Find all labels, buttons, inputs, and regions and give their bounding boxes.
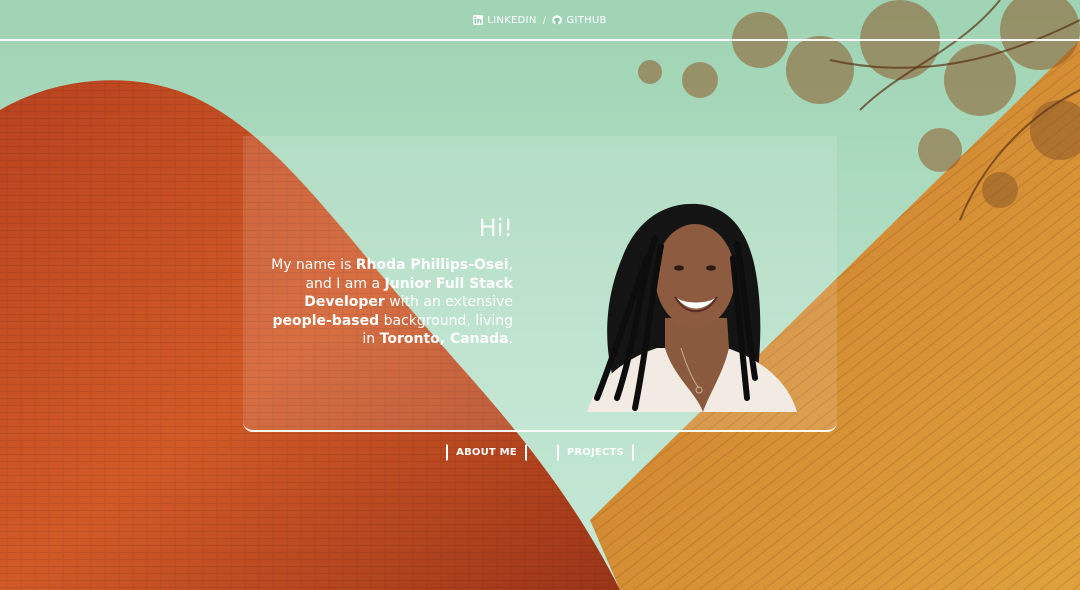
github-label: GITHUB (566, 14, 607, 26)
projects-button[interactable]: PROJECTS (556, 444, 634, 461)
hero-actions: ABOUT ME PROJECTS (0, 444, 1080, 461)
hero-card: Hi! My name is Rhoda Phillips-Osei, and … (243, 136, 837, 432)
linkedin-label: LINKEDIN (487, 14, 537, 26)
linkedin-icon (473, 15, 484, 25)
top-nav: LINKEDIN / GITHUB (0, 0, 1080, 40)
intro-text: . (508, 331, 513, 347)
github-link[interactable]: GITHUB (552, 15, 606, 26)
nav-separator: / (542, 14, 547, 26)
intro-text: My name is (271, 257, 356, 273)
profile-portrait (587, 203, 797, 412)
github-icon (552, 15, 563, 25)
greeting-heading: Hi! (478, 214, 513, 242)
linkedin-link[interactable]: LINKEDIN (473, 15, 536, 26)
about-me-button[interactable]: ABOUT ME (446, 444, 527, 461)
intro-background: people-based (272, 312, 380, 329)
intro-text: with an extensive (384, 294, 513, 310)
intro-location: Toronto, Canada (379, 331, 509, 347)
hero-text: Hi! My name is Rhoda Phillips-Osei, and … (263, 214, 513, 349)
nav-divider (0, 39, 1080, 41)
intro-paragraph: My name is Rhoda Phillips-Osei, and I am… (263, 256, 513, 349)
intro-name: Rhoda Phillips-Osei (355, 257, 509, 273)
